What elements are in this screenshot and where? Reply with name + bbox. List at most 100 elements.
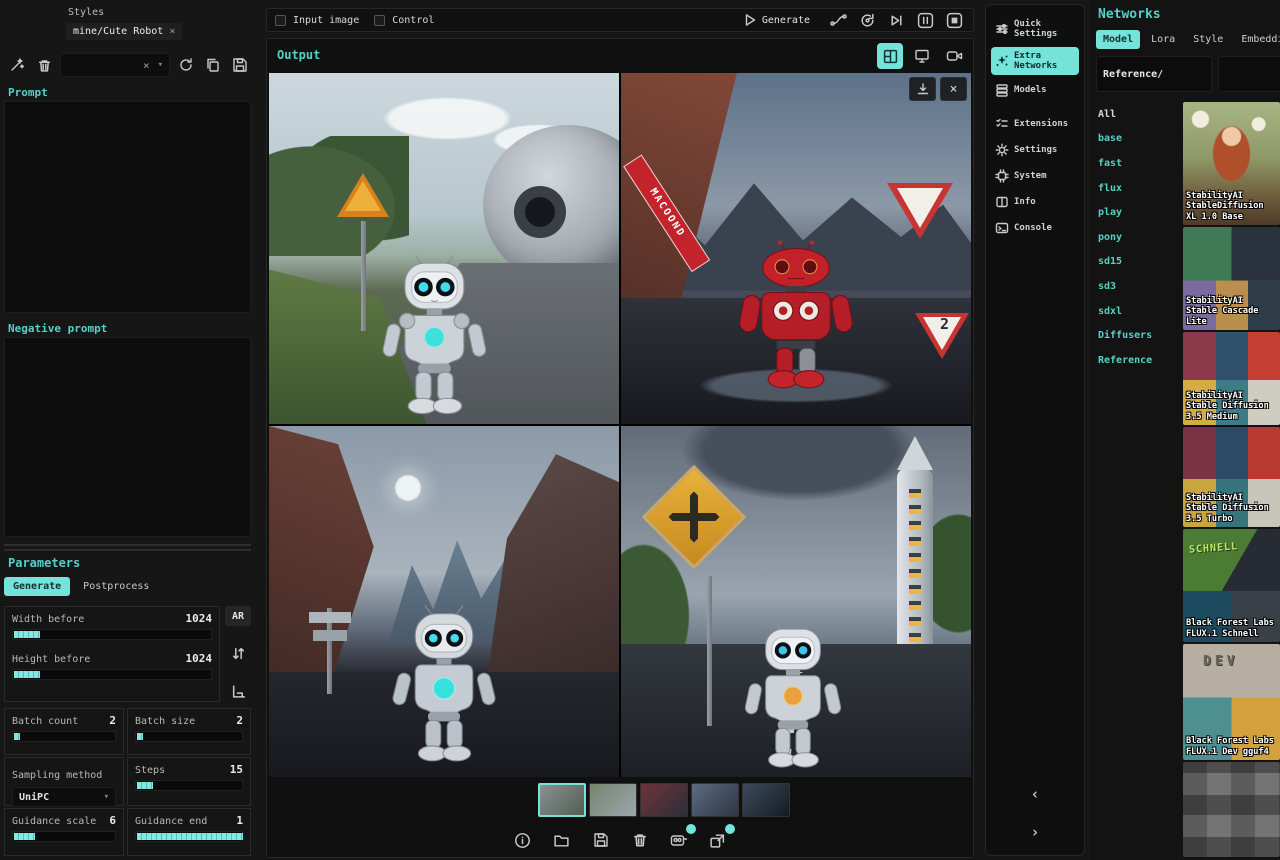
panel-resize-handle[interactable]: [4, 544, 251, 551]
control-checkbox[interactable]: [374, 15, 385, 26]
height-slider[interactable]: [12, 669, 212, 680]
model-card-4[interactable]: StabilityAI Stable Diffusion 3.5 Turbo: [1183, 427, 1280, 527]
delete-image-button[interactable]: [627, 827, 653, 853]
thumbnail-3[interactable]: [640, 783, 688, 817]
close-image-button[interactable]: ×: [940, 77, 967, 101]
folder-sdxl[interactable]: sdxl: [1098, 299, 1152, 324]
model-card-1[interactable]: StabilityAI StableDiffusion XL 1.0 Base: [1183, 102, 1280, 225]
folder-sd15[interactable]: sd15: [1098, 250, 1152, 275]
nav-item-info[interactable]: Info: [991, 191, 1079, 213]
model-card-7[interactable]: [1183, 762, 1280, 857]
send-to-control-button[interactable]: [666, 827, 692, 853]
folder-fast[interactable]: fast: [1098, 151, 1152, 176]
folder-flux[interactable]: flux: [1098, 176, 1152, 201]
folder-all[interactable]: All: [1098, 102, 1152, 127]
negative-prompt-label: Negative prompt: [8, 322, 107, 335]
height-value[interactable]: 1024: [186, 652, 213, 665]
generate-button[interactable]: Generate: [743, 13, 810, 27]
tab-generate[interactable]: Generate: [4, 577, 70, 596]
style-select[interactable]: × ▾: [60, 53, 170, 77]
folder-sd3[interactable]: sd3: [1098, 274, 1152, 299]
resize-corner-button[interactable]: [227, 680, 249, 702]
rocket-lights: [909, 482, 921, 642]
pause-button[interactable]: [914, 9, 936, 31]
thumbnail-4[interactable]: [691, 783, 739, 817]
sign-pole: [361, 221, 366, 331]
download-image-button[interactable]: [909, 77, 936, 101]
steps-value[interactable]: 15: [230, 763, 243, 776]
thumbnail-1[interactable]: [538, 783, 586, 817]
nav-item-quick-settings[interactable]: Quick Settings: [991, 15, 1079, 43]
nav-item-models[interactable]: Models: [991, 79, 1079, 101]
select-clear-icon[interactable]: ×: [143, 59, 150, 72]
negative-prompt-input[interactable]: [4, 337, 251, 537]
skip-button[interactable]: [885, 9, 907, 31]
reprocess-button[interactable]: [856, 9, 878, 31]
model-card-5[interactable]: SCHNELL Black Forest Labs FLUX.1 Schnell: [1183, 529, 1280, 642]
nav-item-extra-networks[interactable]: Extra Networks: [991, 47, 1079, 75]
loop-button[interactable]: [827, 9, 849, 31]
tab-lora[interactable]: Lora: [1144, 30, 1182, 49]
steps-slider[interactable]: [135, 780, 243, 791]
network-search-input[interactable]: [1096, 56, 1212, 92]
save-style-button[interactable]: [229, 54, 251, 76]
folder-pony[interactable]: pony: [1098, 225, 1152, 250]
batch-count-value[interactable]: 2: [109, 714, 116, 727]
model-card-3[interactable]: StabilityAI Stable Diffusion 3.5 Medium: [1183, 332, 1280, 425]
model-card-6[interactable]: DEV Black Forest Labs FLUX.1 Dev gguf4: [1183, 644, 1280, 760]
image-info-button[interactable]: [510, 827, 536, 853]
folder-play[interactable]: play: [1098, 200, 1152, 225]
view-gallery-button[interactable]: [877, 43, 903, 69]
chevron-left-button[interactable]: ‹: [986, 785, 1084, 803]
nav-item-settings[interactable]: Settings: [991, 139, 1079, 161]
folder-base[interactable]: base: [1098, 127, 1152, 152]
tab-embedding[interactable]: Embedding: [1234, 30, 1280, 49]
style-chip[interactable]: mine/Cute Robot ×: [66, 23, 182, 40]
model-card-2[interactable]: StabilityAI Stable Cascade Lite: [1183, 227, 1280, 330]
chevron-right-button[interactable]: ›: [986, 823, 1084, 841]
copy-style-button[interactable]: [202, 54, 224, 76]
apply-styles-button[interactable]: [6, 54, 28, 76]
batch-size-slider[interactable]: [135, 731, 243, 742]
tab-postprocess[interactable]: Postprocess: [74, 577, 158, 596]
nav-item-console[interactable]: Console: [991, 217, 1079, 239]
output-image-4[interactable]: [621, 426, 971, 777]
open-folder-button[interactable]: [549, 827, 575, 853]
delete-style-button[interactable]: [33, 54, 55, 76]
tab-style[interactable]: Style: [1186, 30, 1230, 49]
triangle-sign: [887, 183, 953, 239]
nav-item-system[interactable]: System: [991, 165, 1079, 187]
input-image-checkbox[interactable]: [275, 15, 286, 26]
sampling-method-select[interactable]: UniPC ▾: [12, 787, 116, 807]
output-image-1[interactable]: [269, 73, 619, 424]
nav-item-extensions[interactable]: Extensions: [991, 113, 1079, 135]
folder-diffusers[interactable]: Diffusers: [1098, 323, 1152, 348]
thumbnail-2[interactable]: [589, 783, 637, 817]
batch-size-value[interactable]: 2: [236, 714, 243, 727]
width-slider[interactable]: [12, 629, 212, 640]
guidance-end-slider[interactable]: [135, 831, 243, 842]
guidance-scale-value[interactable]: 6: [109, 814, 116, 827]
guidance-end-value[interactable]: 1: [236, 814, 243, 827]
prompt-input[interactable]: [4, 101, 251, 313]
send-to-icon: [709, 832, 726, 849]
output-image-2[interactable]: MACOOND 2: [621, 73, 971, 424]
batch-count-slider[interactable]: [12, 731, 116, 742]
output-image-3[interactable]: [269, 426, 619, 777]
stop-button[interactable]: [943, 9, 965, 31]
swap-dimensions-button[interactable]: [227, 642, 249, 664]
aspect-ratio-button[interactable]: AR: [225, 606, 251, 626]
width-value[interactable]: 1024: [186, 612, 213, 625]
thumbnail-5[interactable]: [742, 783, 790, 817]
refresh-styles-button[interactable]: [175, 54, 197, 76]
network-description-box[interactable]: [1218, 56, 1280, 92]
chip-close-icon[interactable]: ×: [169, 26, 175, 37]
save-image-button[interactable]: [588, 827, 614, 853]
tab-model[interactable]: Model: [1096, 30, 1140, 49]
view-video-button[interactable]: [941, 43, 967, 69]
send-to-process-button[interactable]: [705, 827, 731, 853]
network-folders: All base fast flux play pony sd15 sd3 sd…: [1098, 102, 1152, 373]
guidance-scale-slider[interactable]: [12, 831, 116, 842]
view-image-button[interactable]: [909, 43, 935, 69]
folder-reference[interactable]: Reference: [1098, 348, 1152, 373]
